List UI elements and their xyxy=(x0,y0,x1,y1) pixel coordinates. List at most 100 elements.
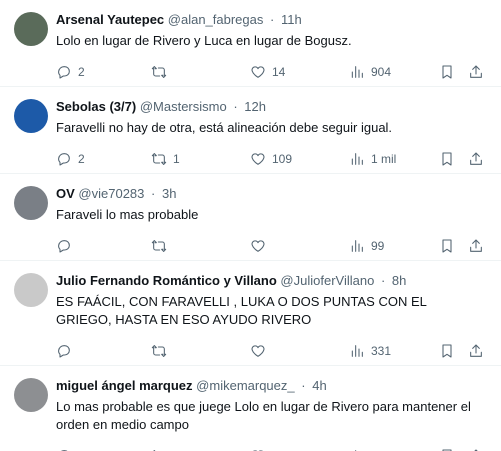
retweet-icon xyxy=(151,66,167,78)
bookmark-button[interactable] xyxy=(439,337,455,365)
like-icon xyxy=(251,66,265,78)
separator-dot: · xyxy=(151,186,156,201)
timestamp[interactable]: 4h xyxy=(312,378,326,393)
views-button[interactable]: 331 xyxy=(349,337,391,365)
tweet-text: Lolo en lugar de Rivero y Luca en lugar … xyxy=(56,33,352,48)
retweet-button[interactable] xyxy=(151,58,173,86)
reply-icon xyxy=(58,153,70,166)
views-button[interactable]: 904 xyxy=(349,58,391,86)
views-button[interactable]: 99 xyxy=(349,232,384,260)
share-button[interactable] xyxy=(468,145,484,173)
avatar[interactable] xyxy=(14,273,48,307)
tweet[interactable]: OV @vie70283 · 3h Faraveli lo mas probab… xyxy=(0,174,501,261)
views-icon xyxy=(351,66,363,78)
tweet-header: Arsenal Yautepec @alan_fabregas · 11h xyxy=(56,11,485,28)
tweet-text: Lo mas probable es que juege Lolo en lug… xyxy=(56,399,471,432)
reply-timeline: Arsenal Yautepec @alan_fabregas · 11h Lo… xyxy=(0,0,501,451)
like-button[interactable]: 109 xyxy=(250,145,292,173)
tweet-header: miguel ángel marquez @mikemarquez_ · 4h xyxy=(56,377,485,394)
reply-count: 2 xyxy=(78,152,85,166)
like-count: 14 xyxy=(272,65,286,79)
tweet[interactable]: Sebolas (3/7) @Mastersismo · 12h Faravel… xyxy=(0,87,501,174)
avatar[interactable] xyxy=(14,186,48,220)
bookmark-icon xyxy=(442,239,452,253)
share-button[interactable] xyxy=(468,58,484,86)
timestamp[interactable]: 3h xyxy=(162,186,176,201)
action-bar: 99 xyxy=(56,232,485,260)
share-button[interactable] xyxy=(468,442,484,451)
separator-dot: · xyxy=(233,99,238,114)
view-count: 904 xyxy=(371,65,392,79)
share-button[interactable] xyxy=(468,337,484,365)
bookmark-button[interactable] xyxy=(439,232,455,260)
user-handle[interactable]: @vie70283 xyxy=(78,186,144,201)
avatar[interactable] xyxy=(14,99,48,133)
retweet-button[interactable] xyxy=(151,232,173,260)
tweet-header: Sebolas (3/7) @Mastersismo · 12h xyxy=(56,98,485,115)
views-icon xyxy=(351,345,363,357)
retweet-icon xyxy=(151,240,167,252)
reply-count: 2 xyxy=(78,65,85,79)
tweet[interactable]: Julio Fernando Romántico y Villano @Juli… xyxy=(0,261,501,366)
like-button[interactable]: 14 xyxy=(250,58,285,86)
reply-button[interactable] xyxy=(56,337,78,365)
views-icon xyxy=(351,153,363,165)
view-count: 331 xyxy=(371,344,392,358)
avatar[interactable] xyxy=(14,378,48,412)
bookmark-button[interactable] xyxy=(439,145,455,173)
share-icon xyxy=(470,239,482,252)
timestamp[interactable]: 8h xyxy=(392,273,406,288)
reply-button[interactable] xyxy=(56,232,78,260)
timestamp[interactable]: 11h xyxy=(281,12,302,27)
display-name[interactable]: OV xyxy=(56,186,75,201)
timestamp[interactable]: 12h xyxy=(244,99,266,114)
display-name[interactable]: miguel ángel marquez xyxy=(56,378,193,393)
reply-button[interactable] xyxy=(56,442,78,451)
action-bar: 180 xyxy=(56,442,485,451)
display-name[interactable]: Sebolas (3/7) xyxy=(56,99,136,114)
bookmark-icon xyxy=(442,152,452,166)
views-button[interactable]: 180 xyxy=(349,442,391,451)
retweet-count: 1 xyxy=(173,152,180,166)
tweet-header: OV @vie70283 · 3h xyxy=(56,185,485,202)
bookmark-button[interactable] xyxy=(439,58,455,86)
retweet-button[interactable] xyxy=(151,337,173,365)
share-button[interactable] xyxy=(468,232,484,260)
share-icon xyxy=(470,65,482,78)
tweet-text: Faravelli no hay de otra, está alineació… xyxy=(56,120,393,135)
user-handle[interactable]: @alan_fabregas xyxy=(168,12,264,27)
tweet[interactable]: Arsenal Yautepec @alan_fabregas · 11h Lo… xyxy=(0,0,501,87)
user-handle[interactable]: @mikemarquez_ xyxy=(196,378,294,393)
like-button[interactable] xyxy=(250,337,272,365)
bookmark-icon xyxy=(442,344,452,358)
action-bar: 331 xyxy=(56,337,485,365)
user-handle[interactable]: @Mastersismo xyxy=(140,99,227,114)
avatar[interactable] xyxy=(14,12,48,46)
retweet-icon xyxy=(151,345,167,357)
display-name[interactable]: Arsenal Yautepec xyxy=(56,12,164,27)
retweet-button[interactable] xyxy=(151,442,173,451)
bookmark-button[interactable] xyxy=(439,442,455,451)
views-button[interactable]: 1 mil xyxy=(349,145,396,173)
reply-icon xyxy=(58,66,70,79)
separator-dot: · xyxy=(380,273,386,288)
views-icon xyxy=(351,240,363,252)
reply-button[interactable]: 2 xyxy=(56,58,85,86)
retweet-button[interactable]: 1 xyxy=(151,145,180,173)
like-icon xyxy=(251,240,265,252)
user-handle[interactable]: @JulioferVillano xyxy=(280,273,374,288)
retweet-icon xyxy=(151,153,167,165)
view-count: 1 mil xyxy=(371,152,397,166)
like-icon xyxy=(251,345,265,357)
tweet[interactable]: miguel ángel marquez @mikemarquez_ · 4h … xyxy=(0,366,501,451)
reply-icon xyxy=(58,240,70,253)
display-name[interactable]: Julio Fernando Romántico y Villano xyxy=(56,273,277,288)
tweet-text: Faraveli lo mas probable xyxy=(56,207,199,222)
reply-button[interactable]: 2 xyxy=(56,145,85,173)
bookmark-icon xyxy=(442,65,452,79)
like-button[interactable] xyxy=(250,442,272,451)
like-button[interactable] xyxy=(250,232,272,260)
share-icon xyxy=(470,344,482,357)
tweet-header: Julio Fernando Romántico y Villano @Juli… xyxy=(56,272,485,289)
view-count: 99 xyxy=(371,239,385,253)
